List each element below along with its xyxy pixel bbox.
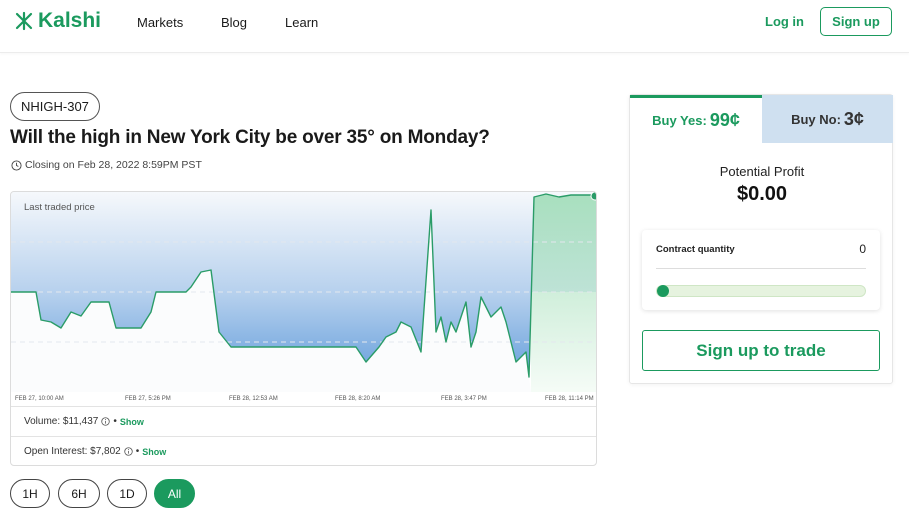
buy-no-price: 3¢ <box>843 108 864 129</box>
clock-icon <box>11 159 22 171</box>
range-6h-button[interactable]: 6H <box>58 479 100 508</box>
potential-profit-label: Potential Profit <box>719 164 805 179</box>
x-tick-label: FEB 27, 10:00 AM <box>15 396 64 402</box>
nav-blog[interactable]: Blog <box>221 15 247 30</box>
price-chart[interactable] <box>11 192 597 392</box>
trade-panel: Buy Yes: 99¢ Buy No: 3¢ Potential Profit… <box>629 94 893 384</box>
top-nav: Kalshi Markets Blog Learn Log in Sign up <box>0 0 909 53</box>
buy-yes-label: Buy Yes: <box>652 113 707 128</box>
separator-dot: • <box>135 446 140 457</box>
info-icon[interactable] <box>124 447 133 456</box>
price-chart-card: Last traded price FEB 27, 10:00 AM FEB 2… <box>10 191 597 466</box>
volume-show-link[interactable]: Show <box>120 417 144 427</box>
buy-no-tab[interactable]: Buy No: 3¢ <box>762 95 893 143</box>
chart-fill-high <box>531 194 596 392</box>
nav-learn[interactable]: Learn <box>285 15 318 30</box>
market-title: Will the high in New York City be over 3… <box>10 127 490 148</box>
brand-name: Kalshi <box>38 9 102 32</box>
open-interest-row: Open Interest: $7,802 • Show <box>11 436 596 465</box>
brand-logo[interactable]: Kalshi <box>14 9 101 33</box>
slider-handle[interactable] <box>657 285 669 297</box>
nav-markets[interactable]: Markets <box>137 15 183 30</box>
x-tick-label: FEB 28, 12:53 AM <box>229 396 278 402</box>
sign-up-to-trade-button[interactable]: Sign up to trade <box>642 330 880 371</box>
info-icon[interactable] <box>101 417 111 426</box>
range-1h-button[interactable]: 1H <box>10 479 50 508</box>
x-tick-label: FEB 28, 8:20 AM <box>335 396 381 402</box>
signup-button[interactable]: Sign up <box>820 7 892 36</box>
closing-time: Closing on Feb 28, 2022 8:59PM PST <box>11 159 202 171</box>
x-tick-label: FEB 27, 5:26 PM <box>125 396 171 402</box>
open-interest-text: Open Interest: $7,802 <box>24 446 121 457</box>
buy-no-label: Buy No: <box>791 111 841 127</box>
quantity-slider[interactable] <box>656 285 866 297</box>
buy-yes-tab[interactable]: Buy Yes: 99¢ <box>630 95 762 143</box>
kalshi-logo-icon <box>15 11 33 31</box>
divider <box>656 268 866 269</box>
separator-dot: • <box>113 416 117 427</box>
potential-profit-value: $0.00 <box>736 183 788 205</box>
volume-text: Volume: $11,437 <box>24 416 99 427</box>
login-link[interactable]: Log in <box>765 14 804 29</box>
market-ticker-badge: NHIGH-307 <box>10 92 100 121</box>
contract-quantity-label: Contract quantity <box>656 244 735 255</box>
volume-row: Volume: $11,437 • Show <box>11 406 596 436</box>
buy-yes-price: 99¢ <box>709 110 740 130</box>
range-1d-button[interactable]: 1D <box>107 479 147 508</box>
contract-quantity-box: Contract quantity 0 <box>642 230 880 310</box>
open-interest-show-link[interactable]: Show <box>142 447 166 457</box>
range-all-button[interactable]: All <box>154 479 195 508</box>
last-price-marker <box>590 192 596 201</box>
x-tick-label: FEB 28, 11:14 PM <box>545 396 594 402</box>
chart-label: Last traded price <box>24 202 95 213</box>
x-tick-label: FEB 28, 3:47 PM <box>441 396 487 402</box>
contract-quantity-value[interactable]: 0 <box>859 242 866 256</box>
closing-text: Closing on Feb 28, 2022 8:59PM PST <box>25 159 202 171</box>
